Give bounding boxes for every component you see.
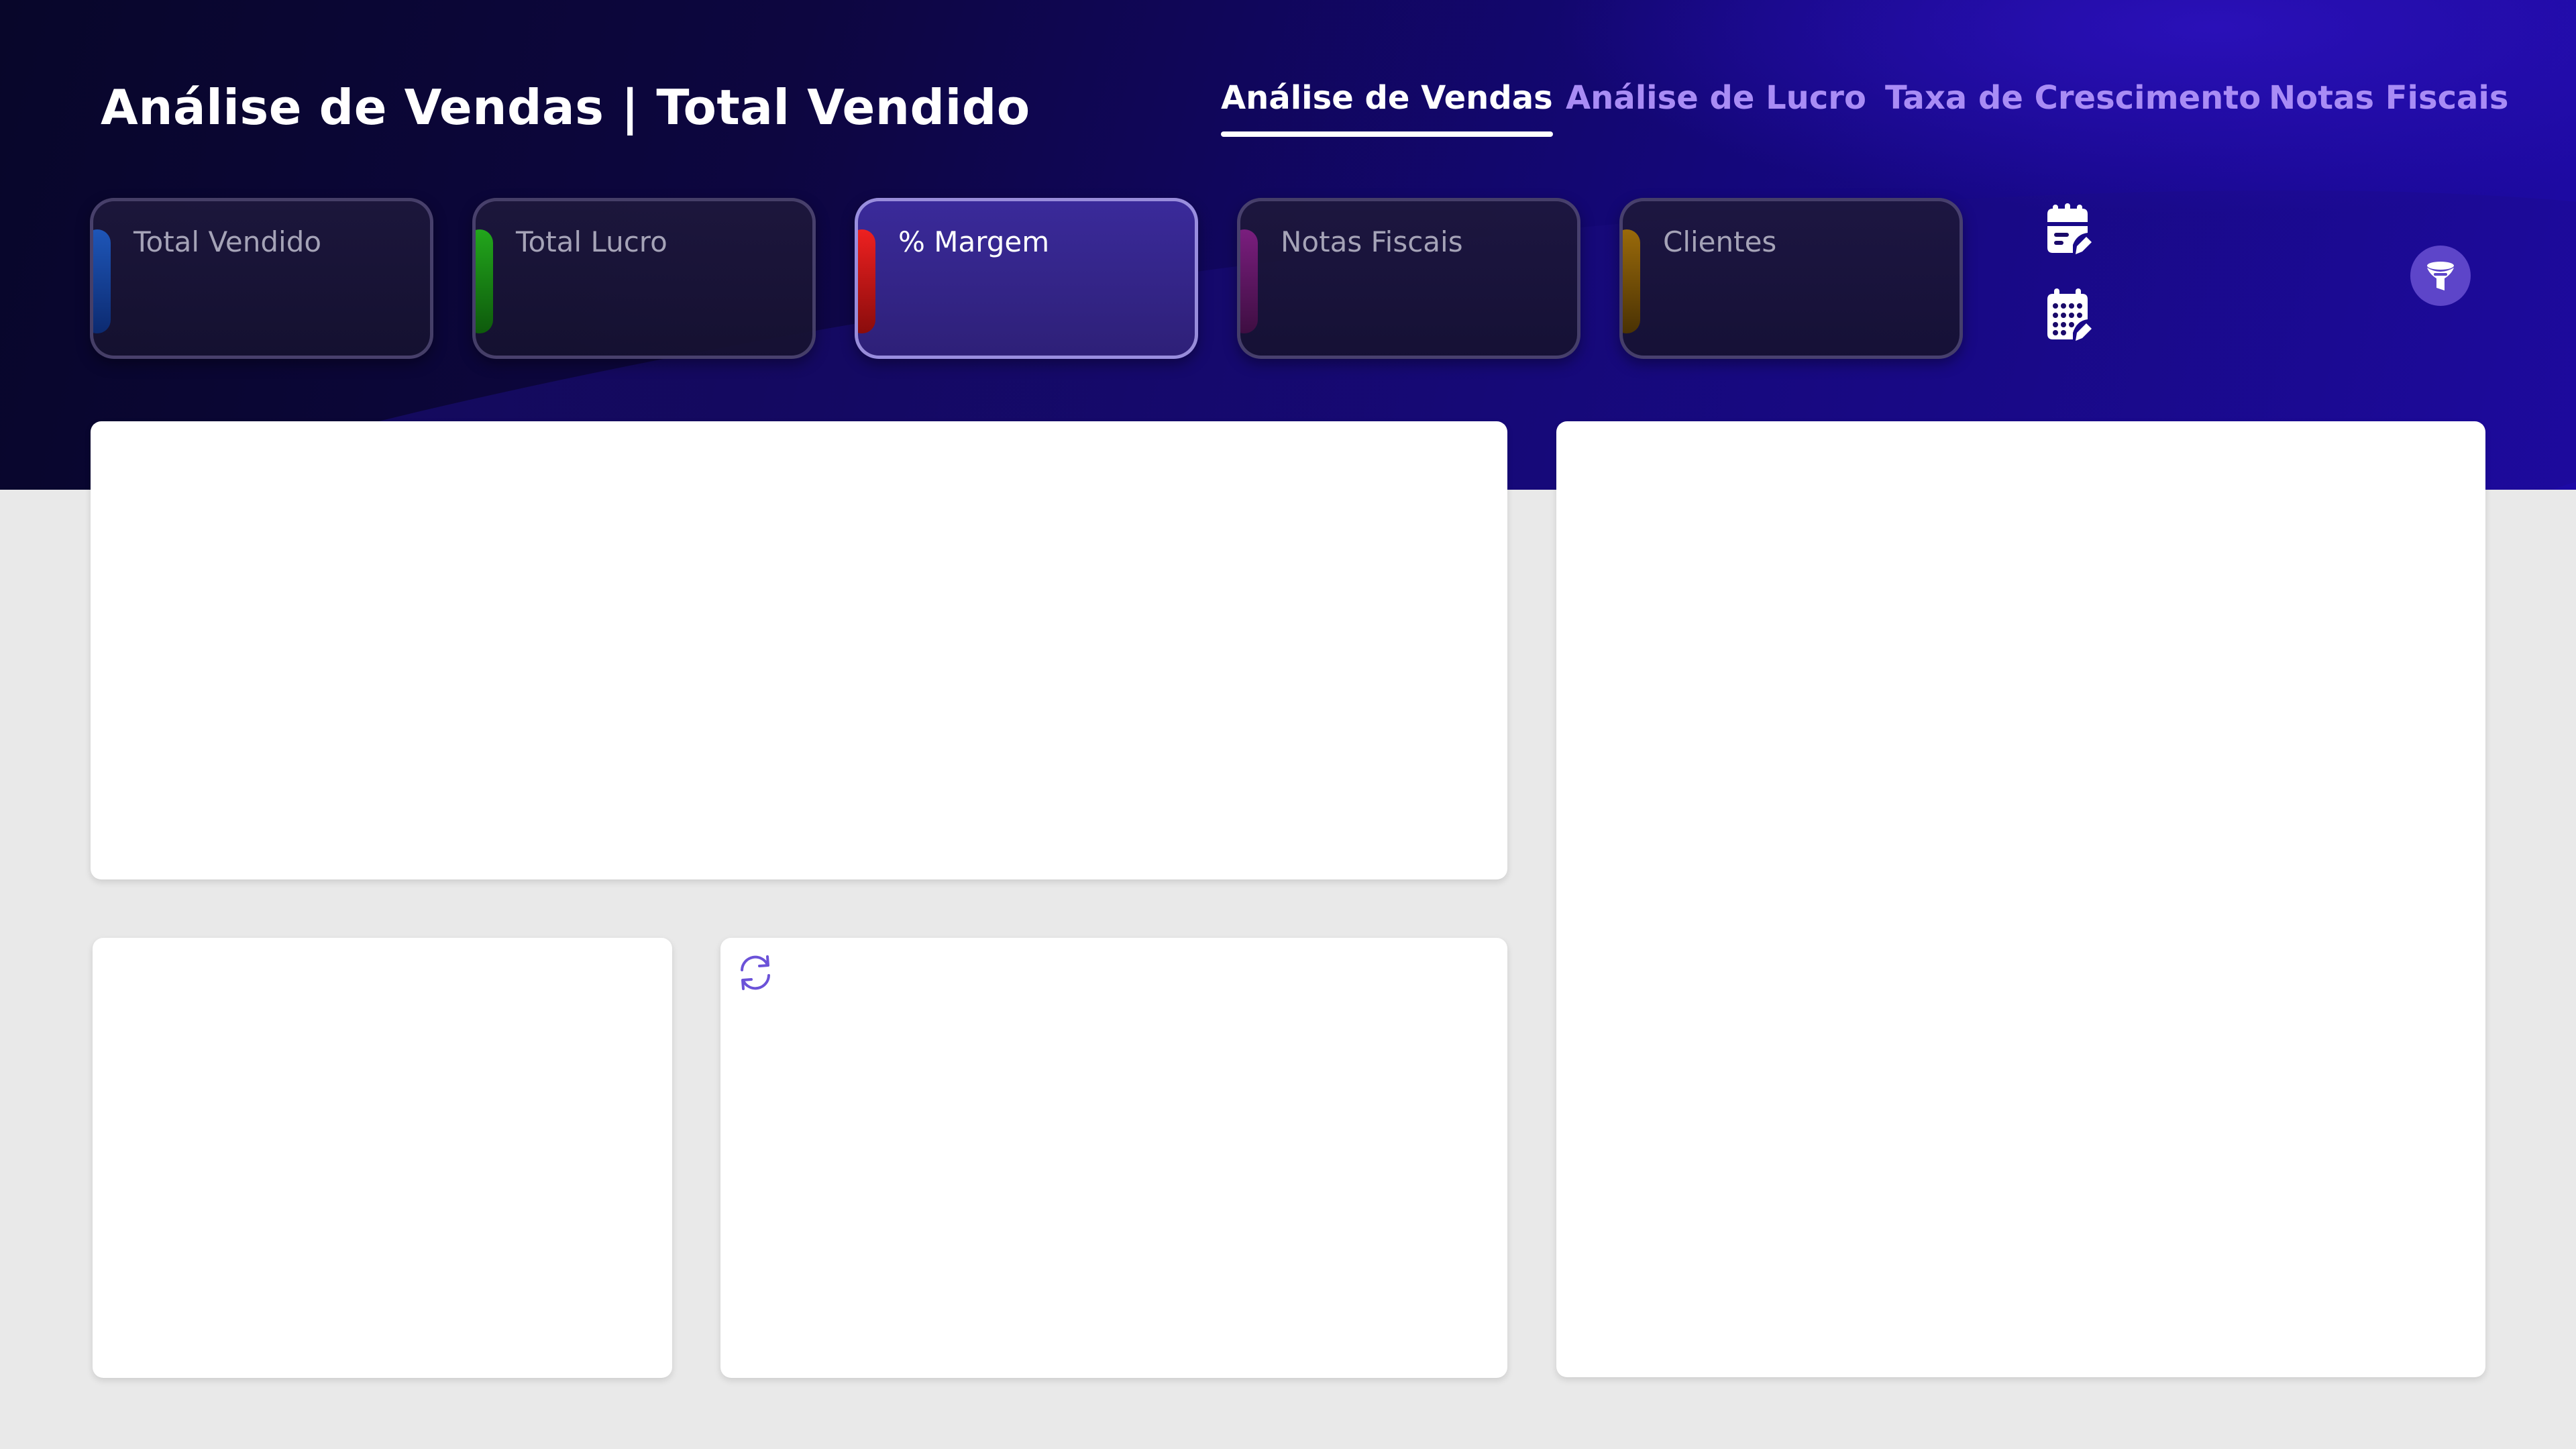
refresh-icon[interactable] [734, 951, 777, 994]
bottom-middle-panel [720, 938, 1507, 1378]
kpi-label: Total Lucro [516, 225, 667, 258]
calendar-grid-icon[interactable] [2043, 288, 2092, 342]
kpi-label: Notas Fiscais [1281, 225, 1463, 258]
tab-taxa-de-crescimento[interactable]: Taxa de Crescimento [1885, 79, 2261, 117]
kpi-label: Total Vendido [133, 225, 322, 258]
right-panel [1556, 421, 2485, 1377]
kpi-accent-bar [93, 229, 111, 333]
kpi-accent-bar [1623, 229, 1640, 333]
filter-icon [2427, 262, 2454, 290]
kpi-accent-bar [858, 229, 875, 333]
filter-button[interactable] [2410, 246, 2471, 306]
kpi-card-margem[interactable]: % Margem [855, 198, 1198, 359]
kpi-accent-bar [1240, 229, 1258, 333]
bottom-left-panel [93, 938, 672, 1378]
kpi-label: Clientes [1663, 225, 1777, 258]
calendar-edit-icon[interactable] [2043, 203, 2092, 257]
kpi-card-notas-fiscais[interactable]: Notas Fiscais [1237, 198, 1580, 359]
tab-analise-de-lucro[interactable]: Análise de Lucro [1566, 79, 1866, 117]
page-title: Análise de Vendas | Total Vendido [101, 79, 1030, 136]
tab-notas-fiscais[interactable]: Notas Fiscais [2269, 79, 2508, 117]
kpi-card-clientes[interactable]: Clientes [1619, 198, 1963, 359]
kpi-accent-bar [476, 229, 493, 333]
dashboard-page: Análise de Vendas | Total Vendido Anális… [0, 0, 2576, 1449]
kpi-card-total-lucro[interactable]: Total Lucro [472, 198, 816, 359]
tab-analise-de-vendas[interactable]: Análise de Vendas [1221, 79, 1553, 137]
kpi-label: % Margem [898, 225, 1050, 258]
kpi-card-total-vendido[interactable]: Total Vendido [90, 198, 433, 359]
main-chart-panel [91, 421, 1507, 879]
